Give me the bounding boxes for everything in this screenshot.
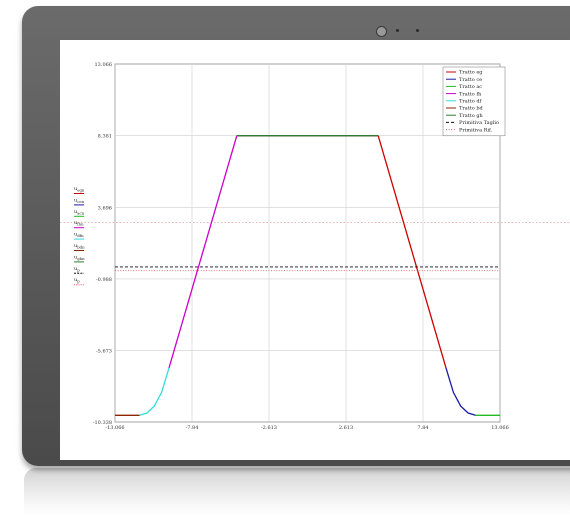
tablet-reflection [24, 468, 570, 517]
y-axis-series-label: ufhn [74, 220, 84, 227]
legend-label: Primitiva Taglio [459, 120, 499, 126]
y-tick-label: 8.381 [98, 134, 112, 140]
y-axis-series-label: uegn [74, 186, 85, 193]
sensor-dot [416, 29, 419, 32]
y-tick-label: -10.338 [93, 420, 112, 426]
y-axis-series-label: ucen [74, 197, 85, 204]
plot-frame [114, 63, 501, 423]
legend-label: Tratto ce [459, 77, 482, 83]
y-axis-series-label: ubdn [74, 243, 85, 250]
y-tick-label: 3.696 [98, 205, 112, 211]
y-axis-series-label: up [74, 266, 80, 273]
line-chart: -13.066 -7.84 -2.613 2.613 7.84 13.06613.0668… [60, 62, 570, 431]
legend-label: Tratto bd [459, 106, 484, 112]
x-tick-label: 7.84 [417, 425, 428, 431]
x-tick-label: -7.84 [186, 425, 199, 431]
legend-label: Tratto fh [459, 91, 482, 97]
legend-label: Tratto df [459, 99, 483, 105]
x-tick-label: -2.613 [261, 425, 277, 431]
x-tick-label: 13.066 [491, 425, 509, 431]
x-tick-label: 2.613 [339, 425, 353, 431]
y-tick-label: -5.673 [96, 349, 112, 355]
legend-label: Tratto ac [459, 84, 482, 90]
plot-screen: -13.066 -7.84 -2.613 2.613 7.84 13.066 13.066 8… [60, 40, 570, 460]
legend-label: Tratto gh [459, 113, 484, 119]
y-axis-series-label: udfn [74, 232, 84, 239]
y-tick-label: 13.066 [95, 62, 113, 68]
sensor-dot [396, 29, 399, 32]
y-axis-series-label: up [74, 277, 80, 284]
camera-icon [376, 26, 387, 37]
y-axis-series-label: ughn [74, 254, 85, 261]
legend-label: Primitiva Rif. [459, 127, 493, 133]
y-tick-label: -0.988 [96, 277, 112, 283]
y-axis-series-label: uacn [74, 209, 85, 216]
legend-label: Tratto eg [459, 70, 483, 76]
